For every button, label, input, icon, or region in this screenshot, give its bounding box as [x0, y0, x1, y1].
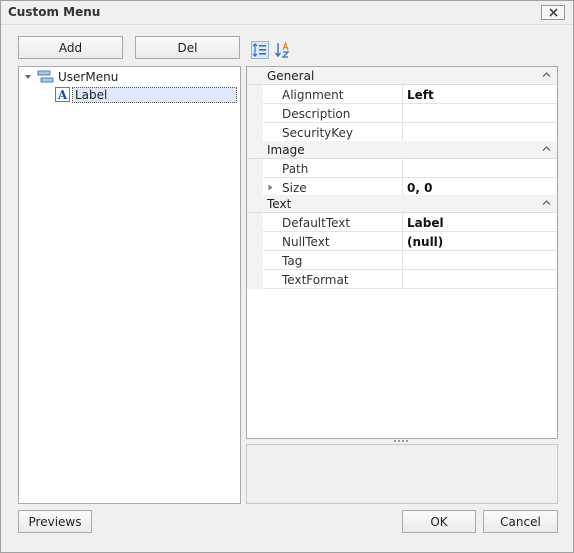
- property-grid[interactable]: General Alignment Left Description Secur…: [246, 66, 558, 439]
- property-value: Left: [407, 88, 434, 102]
- category-general[interactable]: General: [247, 67, 557, 85]
- category-label: Image: [267, 143, 305, 157]
- del-button-label: Del: [177, 40, 198, 55]
- property-row[interactable]: Path: [247, 159, 557, 178]
- del-button[interactable]: Del: [135, 36, 240, 59]
- custom-menu-dialog: Custom Menu Add Del UserMenu A Label Gen…: [0, 0, 574, 553]
- property-value: 0, 0: [407, 181, 433, 195]
- add-button-label: Add: [58, 40, 83, 55]
- property-name: Tag: [282, 254, 303, 268]
- category-label: Text: [267, 197, 292, 211]
- property-row[interactable]: Description: [247, 104, 557, 123]
- close-button[interactable]: [541, 5, 565, 20]
- tree-node-label: Label: [72, 86, 237, 103]
- category-label: General: [267, 69, 315, 83]
- property-row[interactable]: Alignment Left: [247, 85, 557, 104]
- close-icon: [548, 8, 558, 17]
- tree-node-label: UserMenu: [58, 69, 119, 84]
- property-value-field[interactable]: Label: [403, 213, 557, 232]
- property-value-field[interactable]: [403, 270, 557, 289]
- chevron-up-icon[interactable]: [542, 199, 551, 206]
- previews-button-label: Previews: [28, 514, 82, 529]
- ok-button-label: OK: [430, 514, 448, 529]
- property-value-field[interactable]: [403, 159, 557, 178]
- property-row[interactable]: NullText (null): [247, 232, 557, 251]
- menu-tree[interactable]: UserMenu A Label: [18, 66, 241, 504]
- add-button[interactable]: Add: [18, 36, 123, 59]
- window-title: Custom Menu: [8, 5, 101, 19]
- property-row[interactable]: DefaultText Label: [247, 213, 557, 232]
- svg-text:A: A: [57, 88, 68, 102]
- label-icon: A: [55, 87, 70, 102]
- tree-node-label-item[interactable]: A Label: [55, 86, 237, 103]
- property-row[interactable]: SecurityKey: [247, 123, 557, 142]
- category-image[interactable]: Image: [247, 141, 557, 159]
- cancel-button[interactable]: Cancel: [483, 510, 558, 533]
- tree-node-usermenu[interactable]: UserMenu: [22, 68, 118, 85]
- property-row[interactable]: TextFormat: [247, 270, 557, 289]
- property-value-field[interactable]: [403, 251, 557, 270]
- property-name: Size: [282, 181, 307, 195]
- title-bar: Custom Menu: [1, 1, 573, 25]
- property-name: SecurityKey: [282, 126, 354, 140]
- property-value: (null): [407, 235, 444, 249]
- alphabetical-sort-icon[interactable]: [274, 41, 292, 59]
- property-row[interactable]: Tag: [247, 251, 557, 270]
- property-value-field[interactable]: (null): [403, 232, 557, 251]
- property-value-field[interactable]: [403, 123, 557, 142]
- category-text[interactable]: Text: [247, 195, 557, 213]
- cancel-button-label: Cancel: [500, 514, 541, 529]
- description-panel: [246, 444, 558, 504]
- property-name: DefaultText: [282, 216, 351, 230]
- splitter-grip-icon[interactable]: [394, 439, 408, 443]
- chevron-up-icon[interactable]: [542, 71, 551, 78]
- property-name: TextFormat: [282, 273, 349, 287]
- chevron-down-icon[interactable]: [22, 71, 34, 83]
- categorized-icon[interactable]: [251, 41, 269, 59]
- property-name: NullText: [282, 235, 330, 249]
- ok-button[interactable]: OK: [402, 510, 476, 533]
- property-value: Label: [407, 216, 444, 230]
- expand-arrow-icon[interactable]: [268, 184, 273, 191]
- property-name: Alignment: [282, 88, 344, 102]
- property-name: Path: [282, 162, 309, 176]
- property-name: Description: [282, 107, 351, 121]
- chevron-up-icon[interactable]: [542, 145, 551, 152]
- previews-button[interactable]: Previews: [18, 510, 92, 533]
- menu-icon: [37, 70, 54, 82]
- property-value-field[interactable]: [403, 104, 557, 123]
- property-value-field[interactable]: Left: [403, 85, 557, 104]
